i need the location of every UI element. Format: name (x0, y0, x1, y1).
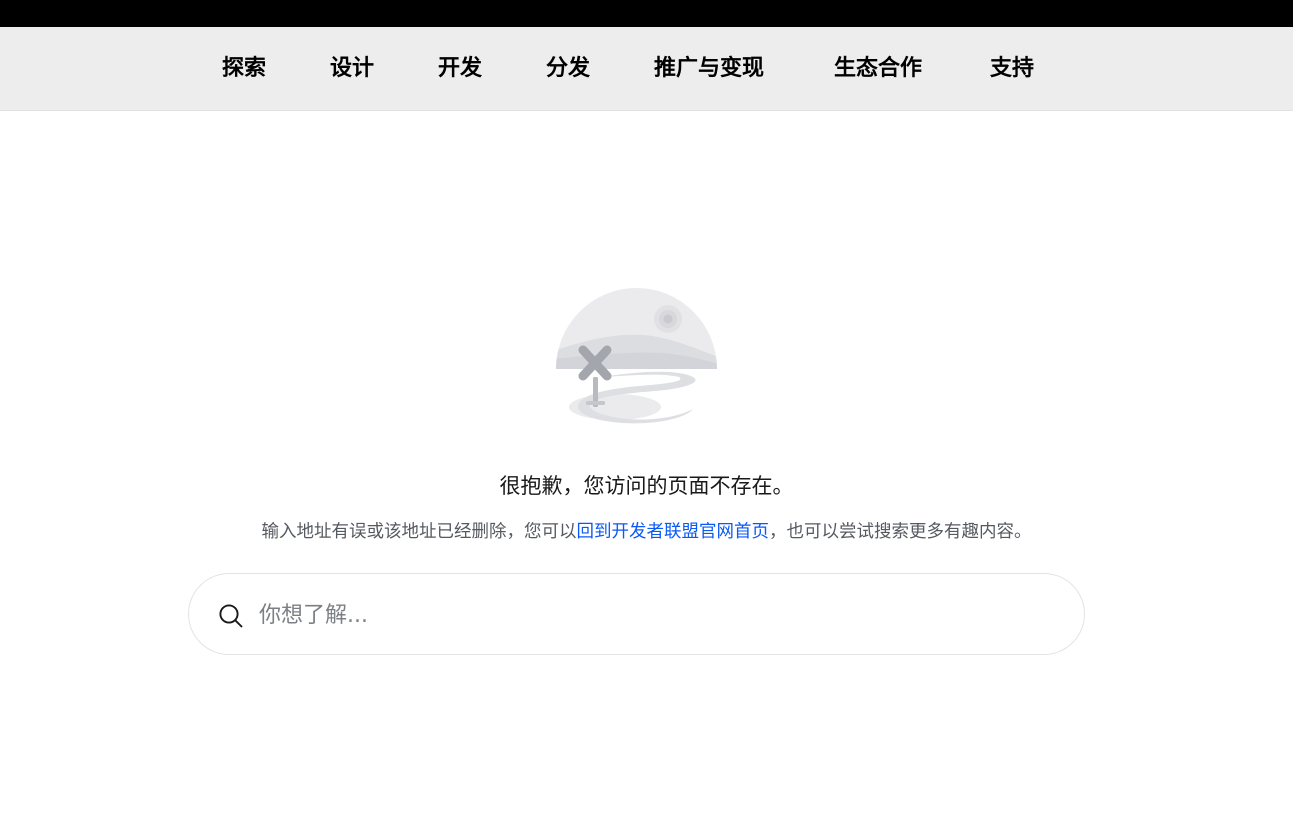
error-desc-text-after: ，也可以尝试搜索更多有趣内容。 (769, 522, 1032, 542)
nav-item-ecosystem[interactable]: 生态合作 (834, 27, 922, 110)
nav-item-design[interactable]: 设计 (330, 27, 374, 110)
search-box[interactable] (188, 573, 1085, 655)
search-icon (219, 604, 243, 628)
top-black-bar (0, 0, 1293, 27)
nav-item-develop[interactable]: 开发 (438, 27, 482, 110)
error-title: 很抱歉，您访问的页面不存在。 (499, 474, 794, 498)
error-desc-text-before: 输入地址有误或该地址已经删除，您可以 (261, 522, 577, 542)
nav-item-distribute[interactable]: 分发 (546, 27, 590, 110)
search-input[interactable] (259, 592, 1049, 638)
nav-item-support[interactable]: 支持 (990, 27, 1034, 110)
main-nav: 探索 设计 开发 分发 推广与变现 生态合作 支持 (0, 27, 1293, 111)
error-description: 输入地址有误或该地址已经删除，您可以回到开发者联盟官网首页，也可以尝试搜索更多有… (0, 517, 1293, 547)
nav-item-promotion[interactable]: 推广与变现 (654, 27, 764, 110)
back-to-home-link[interactable]: 回到开发者联盟官网首页 (577, 522, 770, 542)
nav-item-explore[interactable]: 探索 (222, 27, 266, 110)
page-not-found-illustration (556, 288, 718, 424)
